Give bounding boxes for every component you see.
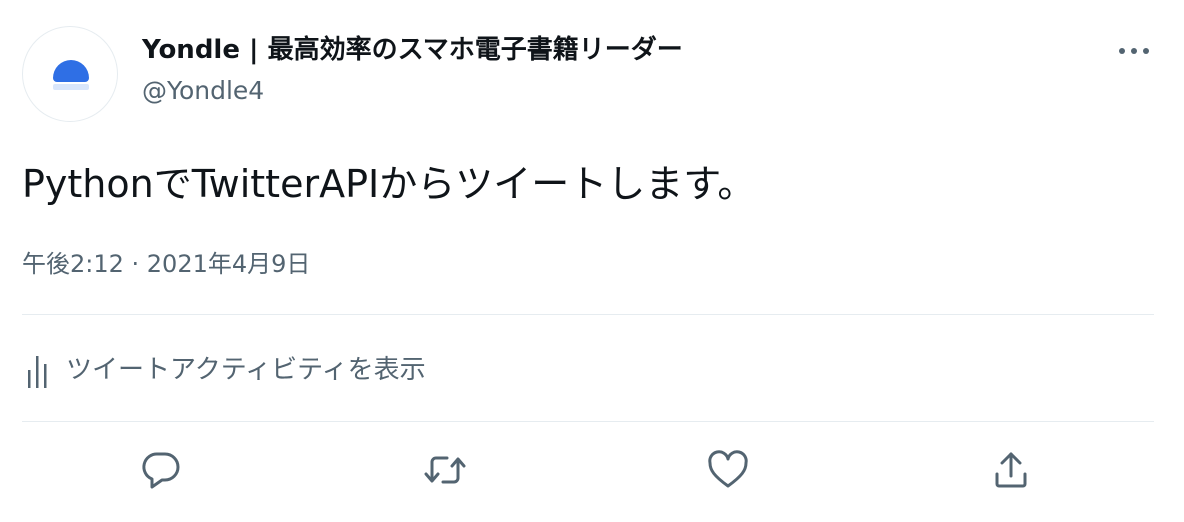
author-display-name[interactable]: Yondle | 最高効率のスマホ電子書籍リーダー <box>142 33 683 67</box>
more-dot-icon <box>1119 48 1125 54</box>
more-options-button[interactable] <box>1108 34 1160 66</box>
avatar[interactable] <box>22 26 118 122</box>
tweet-activity-label: ツイートアクティビティを表示 <box>66 355 426 385</box>
yondle-logo-icon <box>53 60 89 82</box>
reply-button[interactable] <box>138 446 186 494</box>
more-dot-icon <box>1131 48 1137 54</box>
like-button[interactable] <box>704 446 752 494</box>
tweet-text: PythonでTwitterAPIからツイートします。 <box>22 162 756 206</box>
bar-chart-icon <box>28 356 47 388</box>
share-icon <box>995 452 1027 488</box>
divider-top <box>22 314 1154 315</box>
retweet-icon <box>424 456 466 484</box>
divider-bottom <box>22 421 1154 422</box>
yondle-logo-base <box>53 84 89 90</box>
heart-icon <box>708 450 748 488</box>
tweet-timestamp[interactable]: 午後2:12 · 2021年4月9日 <box>22 246 310 282</box>
reply-icon <box>142 452 180 489</box>
author-handle[interactable]: @Yondle4 <box>142 75 264 107</box>
tweet-card: Yondle | 最高効率のスマホ電子書籍リーダー @Yondle4 Pytho… <box>0 0 1184 522</box>
share-button[interactable] <box>987 446 1035 494</box>
tweet-activity-link[interactable]: ツイートアクティビティを表示 <box>22 344 426 396</box>
retweet-button[interactable] <box>421 446 469 494</box>
more-dot-icon <box>1143 48 1149 54</box>
